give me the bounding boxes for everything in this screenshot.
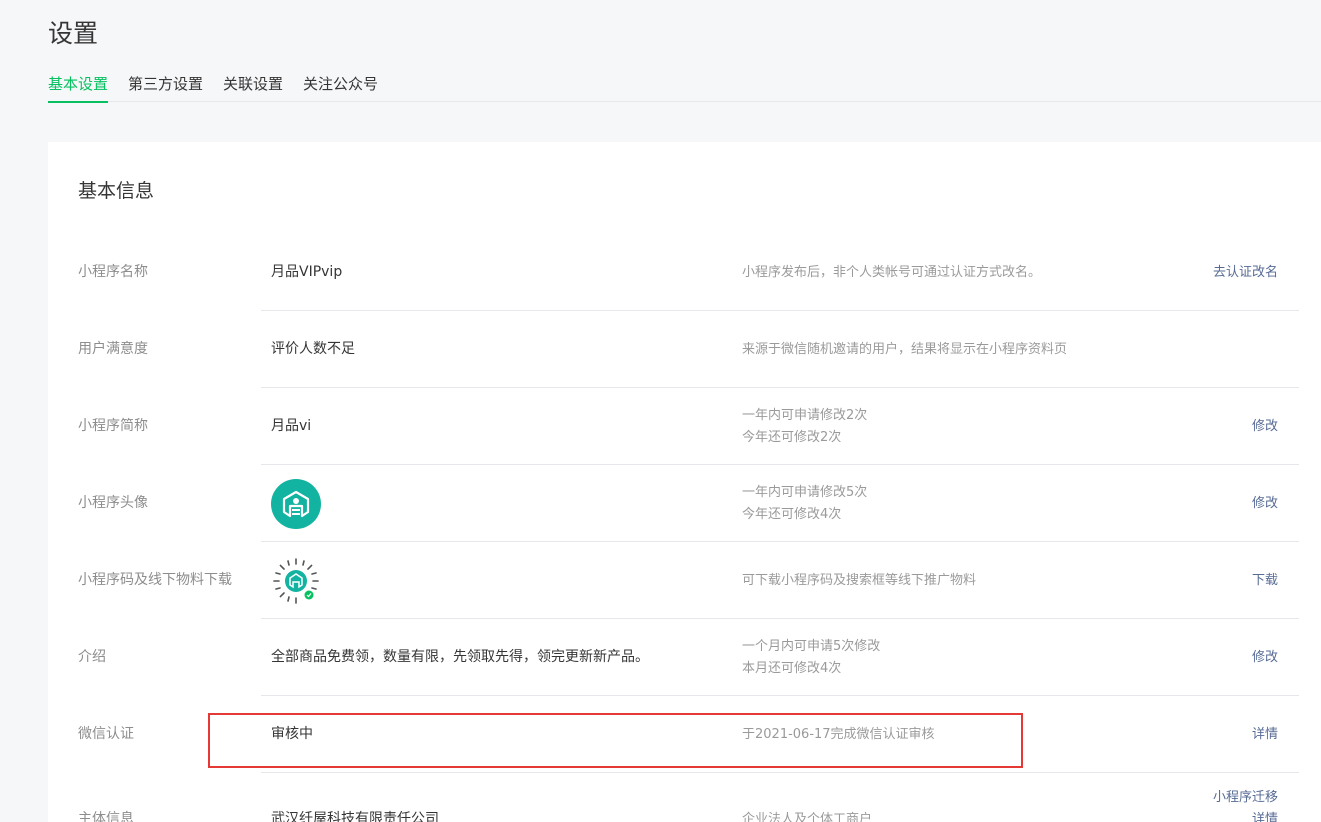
- row-user-satisfaction: 用户满意度 评价人数不足 来源于微信随机邀请的用户，结果将显示在小程序资料页: [78, 311, 1299, 388]
- description-text: 于2021-06-17完成微信认证审核: [742, 726, 935, 742]
- settings-tabs: 基本设置 第三方设置 关联设置 关注公众号: [48, 72, 1321, 103]
- row-description: 小程序发布后，非个人类帐号可通过认证方式改名。: [742, 234, 1041, 311]
- miniprogram-avatar: [271, 479, 321, 529]
- rename-by-verification-link[interactable]: 去认证改名: [1213, 234, 1278, 311]
- row-description: 可下载小程序码及搜索框等线下推广物料: [742, 542, 976, 619]
- tab-follow-official-account[interactable]: 关注公众号: [303, 72, 378, 102]
- miniprogram-code-image: [271, 556, 321, 606]
- verification-details-link[interactable]: 详情: [1252, 696, 1278, 773]
- shop-logo-icon: [282, 490, 310, 518]
- row-label: 介绍: [78, 649, 106, 665]
- basic-info-card: 基本信息 小程序名称 月品VIPvip 小程序发布后，非个人类帐号可通过认证方式…: [48, 142, 1321, 822]
- introduction-value: 全部商品免费领，数量有限，先领取先得，领完更新新产品。: [271, 649, 649, 665]
- row-description: 一个月内可申请5次修改 本月还可修改4次: [742, 619, 880, 696]
- tab-third-party-settings[interactable]: 第三方设置: [128, 72, 203, 102]
- row-description: 来源于微信随机邀请的用户，结果将显示在小程序资料页: [742, 311, 1067, 388]
- row-label: 小程序名称: [78, 264, 148, 280]
- satisfaction-value: 评价人数不足: [271, 341, 355, 357]
- row-entity-info: 主体信息 武汉纤屋科技有限责任公司 企业法人及个体工商户 小程序迁移 详情: [78, 773, 1299, 822]
- row-miniprogram-name: 小程序名称 月品VIPvip 小程序发布后，非个人类帐号可通过认证方式改名。 去…: [78, 234, 1299, 311]
- miniprogram-code-icon: [272, 557, 320, 605]
- miniprogram-migration-link[interactable]: 小程序迁移: [1213, 787, 1278, 809]
- page-title: 设置: [48, 19, 99, 48]
- short-name-value: 月品vi: [271, 418, 312, 434]
- miniprogram-name-value: 月品VIPvip: [271, 264, 343, 280]
- description-text: 来源于微信随机邀请的用户，结果将显示在小程序资料页: [742, 341, 1068, 357]
- row-description: 一年内可申请修改2次 今年还可修改2次: [742, 388, 867, 465]
- action-label[interactable]: 详情: [1252, 724, 1278, 746]
- row-label: 微信认证: [78, 726, 134, 742]
- row-label: 小程序头像: [78, 495, 148, 511]
- description-text: 小程序发布后，非个人类帐号可通过认证方式改名。: [742, 264, 1042, 280]
- row-description: 一年内可申请修改5次 今年还可修改4次: [742, 465, 867, 542]
- entity-details-link[interactable]: 详情: [1252, 809, 1278, 822]
- description-line-2: 本月还可修改4次: [742, 660, 842, 676]
- action-label[interactable]: 修改: [1252, 493, 1278, 515]
- entity-actions: 小程序迁移 详情: [1213, 773, 1278, 822]
- description-text: 可下载小程序码及搜索框等线下推广物料: [742, 572, 977, 588]
- row-qrcode-download: 小程序码及线下物料下载 可下载小程序码及搜索框等线下推广物料 下载: [78, 542, 1299, 619]
- row-avatar: 小程序头像 一年内可申请修改5次 今年还可修改4次 修改: [78, 465, 1299, 542]
- tab-basic-settings[interactable]: 基本设置: [48, 72, 109, 103]
- entity-name-value: 武汉纤屋科技有限责任公司: [271, 811, 439, 822]
- description-line-2: 今年还可修改4次: [742, 506, 842, 522]
- modify-introduction-link[interactable]: 修改: [1252, 619, 1278, 696]
- section-title: 基本信息: [78, 180, 155, 202]
- description-line-1: 一年内可申请修改5次: [742, 484, 868, 500]
- download-materials-link[interactable]: 下载: [1252, 542, 1278, 619]
- row-short-name: 小程序简称 月品vi 一年内可申请修改2次 今年还可修改2次 修改: [78, 388, 1299, 465]
- description-line-1: 一年内可申请修改2次: [742, 407, 868, 423]
- modify-avatar-link[interactable]: 修改: [1252, 465, 1278, 542]
- row-introduction: 介绍 全部商品免费领，数量有限，先领取先得，领完更新新产品。 一个月内可申请5次…: [78, 619, 1299, 696]
- action-label[interactable]: 下载: [1252, 570, 1278, 592]
- action-label[interactable]: 去认证改名: [1213, 262, 1278, 284]
- modify-short-name-link[interactable]: 修改: [1252, 388, 1278, 465]
- description-line-2: 今年还可修改2次: [742, 429, 842, 445]
- description-line-1: 一个月内可申请5次修改: [742, 638, 881, 654]
- row-label: 小程序码及线下物料下载: [78, 572, 232, 588]
- tab-related-settings[interactable]: 关联设置: [223, 72, 283, 102]
- description-text: 企业法人及个体工商户: [742, 811, 873, 822]
- row-label: 用户满意度: [78, 341, 148, 357]
- row-label: 小程序简称: [78, 418, 148, 434]
- action-label[interactable]: 修改: [1252, 647, 1278, 669]
- verification-status: 审核中: [271, 726, 313, 742]
- row-label: 主体信息: [78, 811, 134, 822]
- info-list: 小程序名称 月品VIPvip 小程序发布后，非个人类帐号可通过认证方式改名。 去…: [78, 234, 1299, 822]
- row-description: 企业法人及个体工商户: [742, 781, 872, 822]
- row-description: 于2021-06-17完成微信认证审核: [742, 696, 935, 773]
- action-label[interactable]: 修改: [1252, 416, 1278, 438]
- row-wechat-verification: 微信认证 审核中 于2021-06-17完成微信认证审核 详情: [78, 696, 1299, 773]
